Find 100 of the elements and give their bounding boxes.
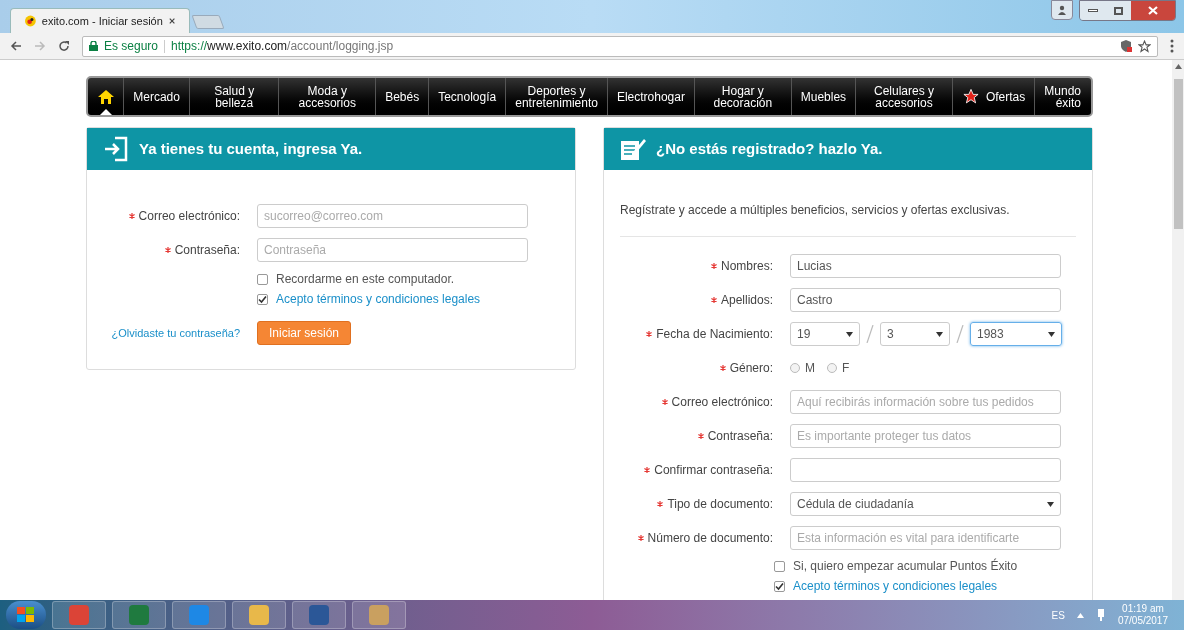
nav-item[interactable]: Muebles xyxy=(790,78,856,115)
field-label: Género: xyxy=(729,360,773,377)
field-label: Apellidos: xyxy=(720,292,773,309)
checkbox[interactable] xyxy=(774,580,785,592)
terms-link[interactable]: Acepto términos y condiciones legales xyxy=(793,577,998,595)
slash-separator xyxy=(866,325,874,343)
secure-label: Es seguro xyxy=(104,38,159,55)
asterisk-icon xyxy=(646,331,653,337)
input-field[interactable]: Lucias xyxy=(790,254,1061,278)
nav-item[interactable]: Hogar y decoración xyxy=(693,78,791,115)
asterisk-icon xyxy=(644,467,651,473)
restore-button[interactable] xyxy=(1106,1,1131,20)
caret-icon xyxy=(1048,331,1055,337)
nav-item[interactable]: Ofertas xyxy=(951,78,1035,115)
field-label: Contraseña: xyxy=(174,242,240,259)
field-label: Fecha de Nacimiento: xyxy=(656,326,773,343)
active-indicator xyxy=(99,109,112,115)
shield-icon xyxy=(1121,40,1132,52)
nav-item[interactable]: Salud y belleza xyxy=(188,78,279,115)
input-field[interactable] xyxy=(790,458,1061,482)
nav-item[interactable]: Moda y accesorios xyxy=(278,78,376,115)
nav-item[interactable]: Tecnología xyxy=(428,78,506,115)
input-field[interactable]: Contraseña xyxy=(257,238,528,262)
sign-in-icon xyxy=(103,136,129,162)
checkbox[interactable] xyxy=(257,293,268,305)
site-icon xyxy=(25,14,36,28)
field-label: Confirmar contraseña: xyxy=(654,462,773,479)
field-label: Número de documento: xyxy=(647,530,773,547)
caret-icon xyxy=(936,331,943,337)
checkbox-label: Si, quiero empezar acumular Puntos Éxito xyxy=(793,557,1018,575)
clock-date: 07/05/2017 xyxy=(1117,615,1168,627)
asterisk-icon xyxy=(128,213,135,219)
person-icon xyxy=(1057,5,1067,15)
back-icon[interactable] xyxy=(10,40,22,52)
input-field[interactable]: Castro xyxy=(790,288,1061,312)
select-field[interactable]: Cédula de ciudadanía xyxy=(790,492,1061,516)
asterisk-icon xyxy=(697,433,704,439)
input-field[interactable]: sucorreo@correo.com xyxy=(257,204,528,228)
close-icon[interactable] xyxy=(168,17,175,25)
address-bar[interactable]: Es seguro https://www.exito.com/account/logging.jsp xyxy=(82,35,1158,57)
radio-button[interactable] xyxy=(790,363,800,373)
nav-item[interactable]: Deportes y entretenimiento xyxy=(505,78,607,115)
reload-icon[interactable] xyxy=(58,40,70,52)
scrollbar-thumb[interactable] xyxy=(1173,79,1183,229)
star-icon xyxy=(961,88,980,105)
asterisk-icon xyxy=(710,297,717,303)
intro-text: Regístrate y accede a múltiples beneficios, servicios y ofertas exclusivas. xyxy=(620,170,1076,237)
new-tab-button[interactable] xyxy=(191,15,225,29)
star-icon[interactable] xyxy=(1138,39,1151,53)
asterisk-icon xyxy=(164,247,171,253)
lock-icon xyxy=(89,41,98,51)
field-label: Nombres: xyxy=(721,258,773,275)
asterisk-icon xyxy=(661,399,668,405)
asterisk-icon xyxy=(657,501,664,507)
asterisk-icon xyxy=(711,263,717,269)
input-field[interactable]: Aquí recibirás información sobre tus pedidos xyxy=(790,390,1061,414)
tray-arrow-icon[interactable] xyxy=(1076,612,1084,618)
radio-label: M xyxy=(805,360,815,377)
browser-tab[interactable]: exito.com - Iniciar sesión xyxy=(10,8,190,33)
field-label: Correo electrónico: xyxy=(138,208,240,225)
slash-separator xyxy=(956,325,964,343)
checkbox[interactable] xyxy=(774,560,785,572)
start-button[interactable] xyxy=(6,601,46,629)
caret-icon xyxy=(846,331,853,337)
forward-icon[interactable] xyxy=(34,40,46,52)
radio-label: F xyxy=(842,360,850,377)
close-button[interactable] xyxy=(1131,1,1175,20)
field-label: Contraseña: xyxy=(707,428,773,445)
input-field[interactable]: Esta información es vital para identificarte xyxy=(790,526,1061,550)
select-field[interactable]: 3 xyxy=(880,322,950,346)
menu-icon[interactable] xyxy=(1170,39,1174,53)
select-field[interactable]: 19 xyxy=(790,322,860,346)
select-field[interactable]: 1983 xyxy=(970,322,1062,346)
input-field[interactable]: Es importante proteger tus datos xyxy=(790,424,1061,448)
tab-title: exito.com - Iniciar sesión xyxy=(41,13,163,29)
nav-item[interactable]: Celulares y accesorios xyxy=(855,78,952,115)
asterisk-icon xyxy=(637,535,644,541)
checkbox-label: Recordarme en este computador. xyxy=(276,271,455,288)
asterisk-icon xyxy=(719,365,726,371)
home-icon xyxy=(97,89,114,104)
windows-logo-icon xyxy=(17,607,35,623)
clock-time: 01:19 am xyxy=(1122,603,1164,615)
nav-item[interactable]: Mundo éxito xyxy=(1034,78,1091,115)
form-edit-icon xyxy=(620,137,646,161)
card-title: ¿No estás registrado? hazlo Ya. xyxy=(656,138,883,159)
nav-item[interactable]: Electrohogar xyxy=(606,78,694,115)
radio-button[interactable] xyxy=(827,363,837,373)
checkbox[interactable] xyxy=(257,273,268,285)
field-label: Correo electrónico: xyxy=(671,394,773,411)
profile-button[interactable] xyxy=(1051,0,1073,20)
caret-icon xyxy=(1047,501,1054,507)
url-text: https://www.exito.com/account/logging.jsp xyxy=(171,38,394,55)
forgot-password-link[interactable]: ¿Olvidaste tu contraseña? xyxy=(111,324,240,342)
field-label: Tipo de documento: xyxy=(667,496,773,513)
nav-item[interactable]: Bebés xyxy=(375,78,429,115)
terms-link[interactable]: Acepto términos y condiciones legales xyxy=(276,290,481,308)
scroll-up-icon[interactable] xyxy=(1174,64,1182,69)
minimize-button[interactable] xyxy=(1080,1,1106,20)
card-title: Ya tienes tu cuenta, ingresa Ya. xyxy=(139,138,363,159)
nav-item[interactable]: Mercado xyxy=(123,78,189,115)
